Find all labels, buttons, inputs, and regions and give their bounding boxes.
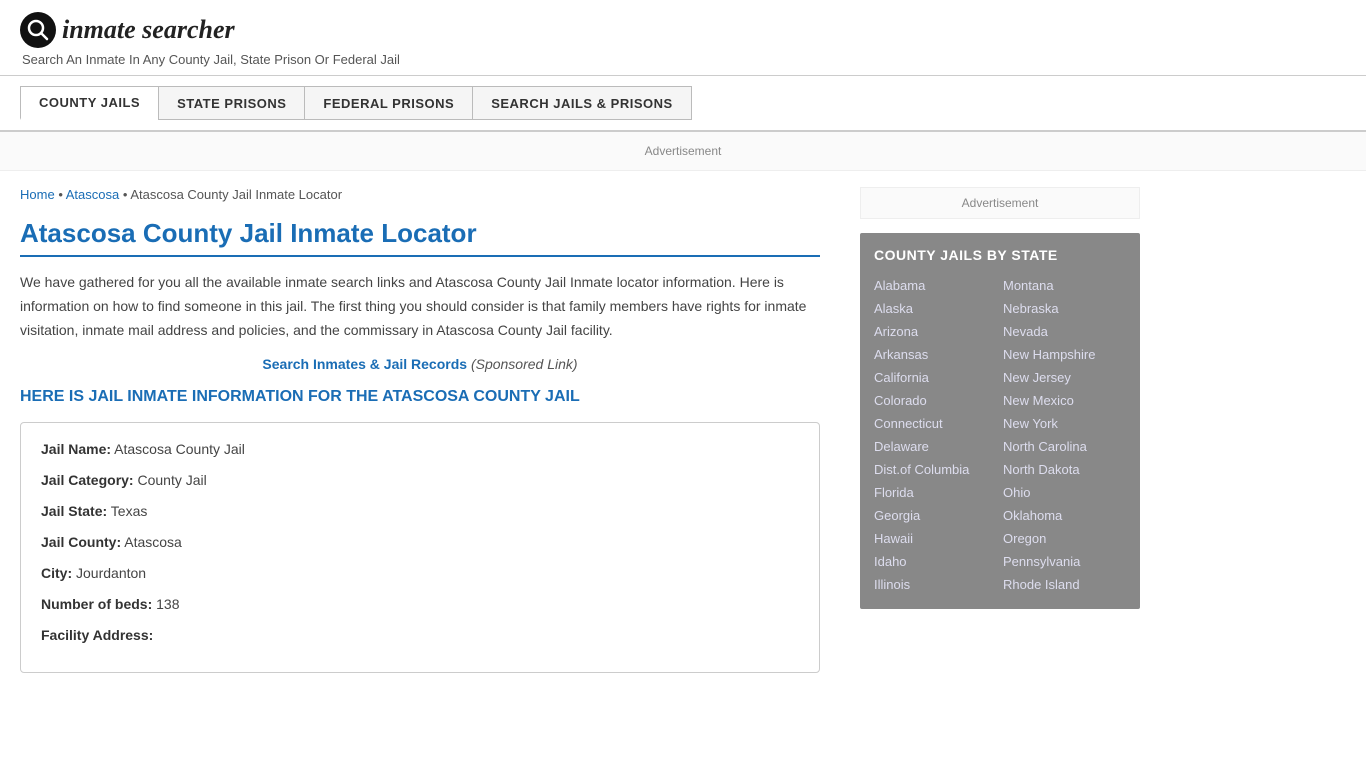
state-link[interactable]: Illinois xyxy=(874,574,997,595)
jail-category-label: Jail Category: xyxy=(41,472,134,488)
sidebar: Advertisement COUNTY JAILS BY STATE Alab… xyxy=(840,171,1140,693)
state-link[interactable]: New York xyxy=(1003,413,1126,434)
info-box: Jail Name: Atascosa County Jail Jail Cat… xyxy=(20,422,820,673)
state-link[interactable]: Idaho xyxy=(874,551,997,572)
state-link[interactable]: Dist.of Columbia xyxy=(874,459,997,480)
sponsored-label: (Sponsored Link) xyxy=(471,356,578,372)
jail-name-value: Atascosa County Jail xyxy=(114,441,245,457)
state-link[interactable]: Pennsylvania xyxy=(1003,551,1126,572)
address-row: Facility Address: xyxy=(41,625,799,646)
breadcrumb-home[interactable]: Home xyxy=(20,187,55,202)
state-link[interactable]: Oregon xyxy=(1003,528,1126,549)
state-link[interactable]: Connecticut xyxy=(874,413,997,434)
state-link[interactable]: Georgia xyxy=(874,505,997,526)
beds-row: Number of beds: 138 xyxy=(41,594,799,615)
logo-icon xyxy=(20,12,56,48)
state-link[interactable]: New Jersey xyxy=(1003,367,1126,388)
main-layout: Home • Atascosa • Atascosa County Jail I… xyxy=(0,171,1360,693)
jail-category-value: County Jail xyxy=(137,472,206,488)
logo-text: inmate searcher xyxy=(62,15,235,45)
city-value: Jourdanton xyxy=(76,565,146,581)
breadcrumb-atascosa[interactable]: Atascosa xyxy=(66,187,119,202)
nav-search-jails[interactable]: SEARCH JAILS & PRISONS xyxy=(472,86,691,120)
state-link[interactable]: Alaska xyxy=(874,298,997,319)
state-link[interactable]: Oklahoma xyxy=(1003,505,1126,526)
beds-label: Number of beds: xyxy=(41,596,152,612)
state-link[interactable]: Ohio xyxy=(1003,482,1126,503)
jail-name-label: Jail Name: xyxy=(41,441,111,457)
jail-county-value: Atascosa xyxy=(124,534,182,550)
jail-state-value: Texas xyxy=(111,503,148,519)
state-link[interactable]: Alabama xyxy=(874,275,997,296)
page-description: We have gathered for you all the availab… xyxy=(20,271,820,342)
state-link[interactable]: Nevada xyxy=(1003,321,1126,342)
state-link[interactable]: North Carolina xyxy=(1003,436,1126,457)
state-link[interactable]: Hawaii xyxy=(874,528,997,549)
state-link[interactable]: North Dakota xyxy=(1003,459,1126,480)
state-link[interactable]: Montana xyxy=(1003,275,1126,296)
state-link[interactable]: California xyxy=(874,367,997,388)
city-label: City: xyxy=(41,565,72,581)
breadcrumb: Home • Atascosa • Atascosa County Jail I… xyxy=(20,187,820,202)
state-link[interactable]: Colorado xyxy=(874,390,997,411)
address-label: Facility Address: xyxy=(41,627,153,643)
nav-county-jails[interactable]: COUNTY JAILS xyxy=(20,86,158,120)
state-link[interactable]: Delaware xyxy=(874,436,997,457)
state-link[interactable]: New Mexico xyxy=(1003,390,1126,411)
state-link[interactable]: Nebraska xyxy=(1003,298,1126,319)
nav-bar: COUNTY JAILS STATE PRISONS FEDERAL PRISO… xyxy=(0,76,1366,132)
state-link[interactable]: New Hampshire xyxy=(1003,344,1126,365)
jail-name-row: Jail Name: Atascosa County Jail xyxy=(41,439,799,460)
sponsored-link[interactable]: Search Inmates & Jail Records xyxy=(262,356,467,372)
tagline: Search An Inmate In Any County Jail, Sta… xyxy=(22,52,1346,67)
main-content: Home • Atascosa • Atascosa County Jail I… xyxy=(20,171,840,693)
logo-area: inmate searcher xyxy=(20,12,1346,48)
state-link[interactable]: Florida xyxy=(874,482,997,503)
nav-federal-prisons[interactable]: FEDERAL PRISONS xyxy=(304,86,472,120)
breadcrumb-current: Atascosa County Jail Inmate Locator xyxy=(130,187,342,202)
jail-state-row: Jail State: Texas xyxy=(41,501,799,522)
state-box-title: COUNTY JAILS BY STATE xyxy=(874,247,1126,263)
ad-top-banner: Advertisement xyxy=(0,132,1366,171)
beds-value: 138 xyxy=(156,596,179,612)
ad-sidebar: Advertisement xyxy=(860,187,1140,219)
state-link[interactable]: Arizona xyxy=(874,321,997,342)
jail-category-row: Jail Category: County Jail xyxy=(41,470,799,491)
state-link[interactable]: Arkansas xyxy=(874,344,997,365)
jail-state-label: Jail State: xyxy=(41,503,107,519)
city-row: City: Jourdanton xyxy=(41,563,799,584)
state-grid: Alabama Montana Alaska Nebraska Arizona Nevad… xyxy=(874,275,1126,595)
section-heading: HERE IS JAIL INMATE INFORMATION FOR THE … xyxy=(20,388,820,406)
jail-county-label: Jail County: xyxy=(41,534,121,550)
header: inmate searcher Search An Inmate In Any … xyxy=(0,0,1366,76)
state-link[interactable]: Rhode Island xyxy=(1003,574,1126,595)
sponsored-link-area: Search Inmates & Jail Records (Sponsored… xyxy=(20,356,820,372)
nav-state-prisons[interactable]: STATE PRISONS xyxy=(158,86,304,120)
state-box: COUNTY JAILS BY STATE Alabama Montana Alas… xyxy=(860,233,1140,609)
page-title: Atascosa County Jail Inmate Locator xyxy=(20,218,820,257)
jail-county-row: Jail County: Atascosa xyxy=(41,532,799,553)
